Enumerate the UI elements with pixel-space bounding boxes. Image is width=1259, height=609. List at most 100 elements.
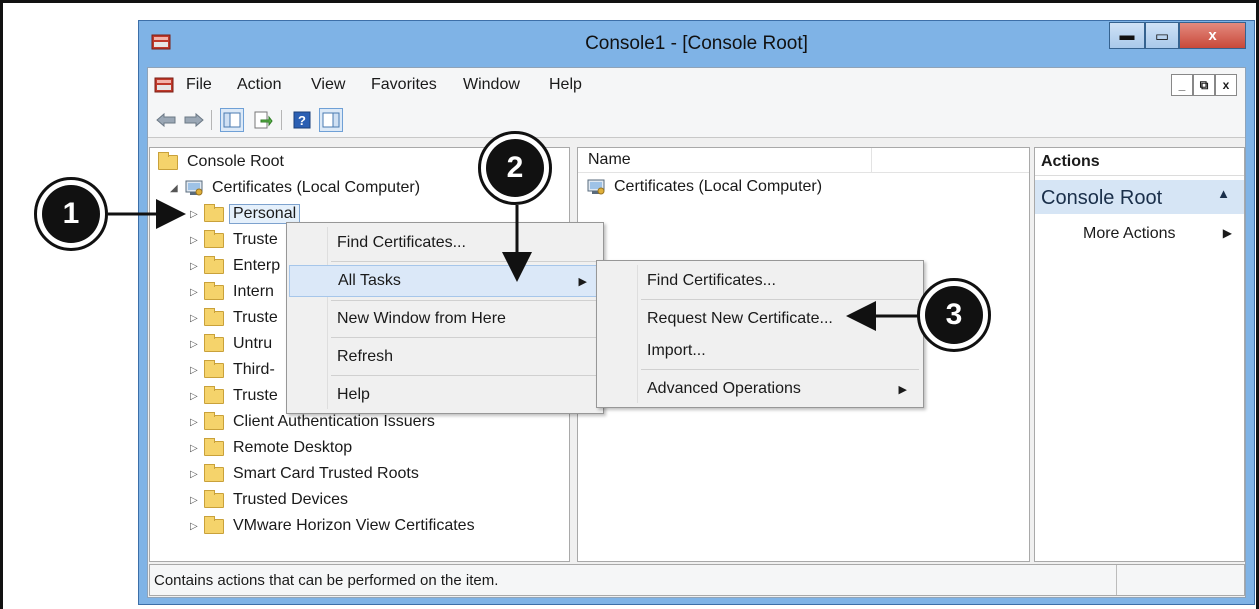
help-icon[interactable]: ? xyxy=(290,108,314,132)
menu-item-new-window-from-here[interactable]: New Window from Here xyxy=(289,303,601,335)
mdi-restore-button[interactable]: ⧉ xyxy=(1193,74,1215,96)
tree-item-label: Smart Card Trusted Roots xyxy=(233,465,419,482)
tree-item[interactable]: ▷ Truste xyxy=(190,384,278,408)
submenu-item-find-certificates[interactable]: Find Certificates... xyxy=(599,265,921,297)
expand-icon[interactable]: ▷ xyxy=(190,443,204,454)
collapse-up-icon[interactable]: ▲ xyxy=(1217,186,1230,201)
menu-separator xyxy=(331,337,599,338)
show-hide-action-pane-icon[interactable] xyxy=(319,108,343,132)
tree-item-remote-desktop[interactable]: ▷ Remote Desktop xyxy=(190,436,352,460)
tree-item-label: Personal xyxy=(229,204,301,224)
mdi-close-button[interactable]: x xyxy=(1215,74,1237,96)
column-header-name[interactable]: Name xyxy=(578,148,872,173)
tree-item-certificates[interactable]: ◢ Certificates (Local Computer) xyxy=(170,176,420,200)
collapse-icon[interactable]: ◢ xyxy=(170,183,184,194)
expand-icon[interactable]: ▷ xyxy=(190,495,204,506)
menu-item-refresh[interactable]: Refresh xyxy=(289,341,601,373)
actions-header: Actions xyxy=(1035,148,1244,176)
folder-icon xyxy=(204,307,224,326)
context-menu: Find Certificates... All Tasks ▶ New Win… xyxy=(286,222,604,414)
folder-icon xyxy=(204,229,224,248)
toolbar-separator xyxy=(211,110,212,130)
title-bar[interactable]: Console1 - [Console Root] ▬ ▭ x xyxy=(139,21,1254,65)
tree-item-console-root[interactable]: Console Root xyxy=(158,150,284,174)
menu-item-all-tasks[interactable]: All Tasks xyxy=(289,265,601,297)
tree-item-trusted-devices[interactable]: ▷ Trusted Devices xyxy=(190,488,348,512)
submenu-item-advanced-operations[interactable]: Advanced Operations xyxy=(599,373,921,405)
status-divider xyxy=(1116,565,1117,595)
toolbar-separator xyxy=(281,110,282,130)
tree-item[interactable]: ▷ Third- xyxy=(190,358,275,382)
expand-icon[interactable]: ▷ xyxy=(190,287,204,298)
expand-icon[interactable]: ▷ xyxy=(190,339,204,350)
tree-item-label: Client Authentication Issuers xyxy=(233,413,435,430)
expand-icon[interactable]: ▷ xyxy=(190,417,204,428)
tree-item-label: Truste xyxy=(233,387,278,404)
tree-item-personal[interactable]: ▷ Personal xyxy=(190,202,301,226)
tree-item-smart-card-trusted-roots[interactable]: ▷ Smart Card Trusted Roots xyxy=(190,462,419,486)
minimize-button[interactable]: ▬ xyxy=(1109,22,1145,49)
expand-icon[interactable]: ▷ xyxy=(190,365,204,376)
expand-icon[interactable]: ▷ xyxy=(190,209,204,220)
actions-pane: Actions Console Root ▲ More Actions ▶ xyxy=(1034,147,1245,562)
tree-item-label: VMware Horizon View Certificates xyxy=(233,517,475,534)
tree-item[interactable]: ▷ Truste xyxy=(190,306,278,330)
tree-item-label: Truste xyxy=(233,231,278,248)
forward-icon[interactable] xyxy=(182,108,206,132)
menu-action[interactable]: Action xyxy=(237,76,281,94)
menu-view[interactable]: View xyxy=(311,76,345,94)
svg-text:?: ? xyxy=(298,113,306,128)
tree-item[interactable]: ▷ Intern xyxy=(190,280,274,304)
submenu-arrow-icon: ▶ xyxy=(1222,226,1232,240)
list-item[interactable]: Certificates (Local Computer) xyxy=(586,178,822,196)
folder-icon xyxy=(158,151,178,170)
tree-item[interactable]: ▷ Truste xyxy=(190,228,278,252)
callout-number: 2 xyxy=(486,139,544,197)
expand-icon[interactable]: ▷ xyxy=(190,261,204,272)
mdi-controls: _ ⧉ x xyxy=(1171,74,1237,96)
all-tasks-submenu: Find Certificates... Request New Certifi… xyxy=(596,260,924,408)
system-menu-icon[interactable] xyxy=(154,75,174,95)
tree-item-label: Trusted Devices xyxy=(233,491,348,508)
menu-window[interactable]: Window xyxy=(463,76,520,94)
expand-icon[interactable]: ▷ xyxy=(190,313,204,324)
more-actions-link[interactable]: More Actions xyxy=(1083,225,1175,243)
menu-file[interactable]: File xyxy=(186,76,212,94)
mdi-minimize-button[interactable]: _ xyxy=(1171,74,1193,96)
tree-item-vmware-horizon-view-certificates[interactable]: ▷ VMware Horizon View Certificates xyxy=(190,514,475,538)
tree-item-label: Certificates (Local Computer) xyxy=(212,179,421,196)
menu-item-find-certificates[interactable]: Find Certificates... xyxy=(289,227,601,259)
expand-icon[interactable]: ▷ xyxy=(190,391,204,402)
status-text: Contains actions that can be performed o… xyxy=(154,572,499,589)
export-list-icon[interactable] xyxy=(251,108,275,132)
callout-badge-3: 3 xyxy=(917,278,991,352)
menu-item-help[interactable]: Help xyxy=(289,379,601,411)
window-title: Console1 - [Console Root] xyxy=(585,33,808,54)
submenu-item-request-new-certificate[interactable]: Request New Certificate... xyxy=(599,303,921,335)
submenu-arrow-icon: ▶ xyxy=(898,384,907,396)
tree-item-label: Untru xyxy=(233,335,273,352)
close-button[interactable]: x xyxy=(1179,22,1246,49)
maximize-button[interactable]: ▭ xyxy=(1145,22,1179,49)
list-header: Name xyxy=(578,148,1029,173)
callout-number: 3 xyxy=(925,286,983,344)
tree-item[interactable]: ▷ Untru xyxy=(190,332,272,356)
actions-section-console-root[interactable]: Console Root ▲ xyxy=(1035,180,1244,214)
folder-icon xyxy=(204,411,224,430)
menu-item-label: All Tasks xyxy=(338,272,401,289)
folder-icon xyxy=(204,203,224,222)
menu-help[interactable]: Help xyxy=(549,76,582,94)
expand-icon[interactable]: ▷ xyxy=(190,235,204,246)
tree-item-label: Remote Desktop xyxy=(233,439,353,456)
tree-item-label: Truste xyxy=(233,309,278,326)
folder-icon xyxy=(204,437,224,456)
show-hide-tree-icon[interactable] xyxy=(220,108,244,132)
menu-favorites[interactable]: Favorites xyxy=(371,76,437,94)
expand-icon[interactable]: ▷ xyxy=(190,521,204,532)
expand-icon[interactable]: ▷ xyxy=(190,469,204,480)
actions-section-label: Console Root xyxy=(1041,187,1163,209)
folder-icon xyxy=(204,463,224,482)
tree-item[interactable]: ▷ Enterp xyxy=(190,254,280,278)
back-icon[interactable] xyxy=(154,108,178,132)
submenu-item-import[interactable]: Import... xyxy=(599,335,921,367)
